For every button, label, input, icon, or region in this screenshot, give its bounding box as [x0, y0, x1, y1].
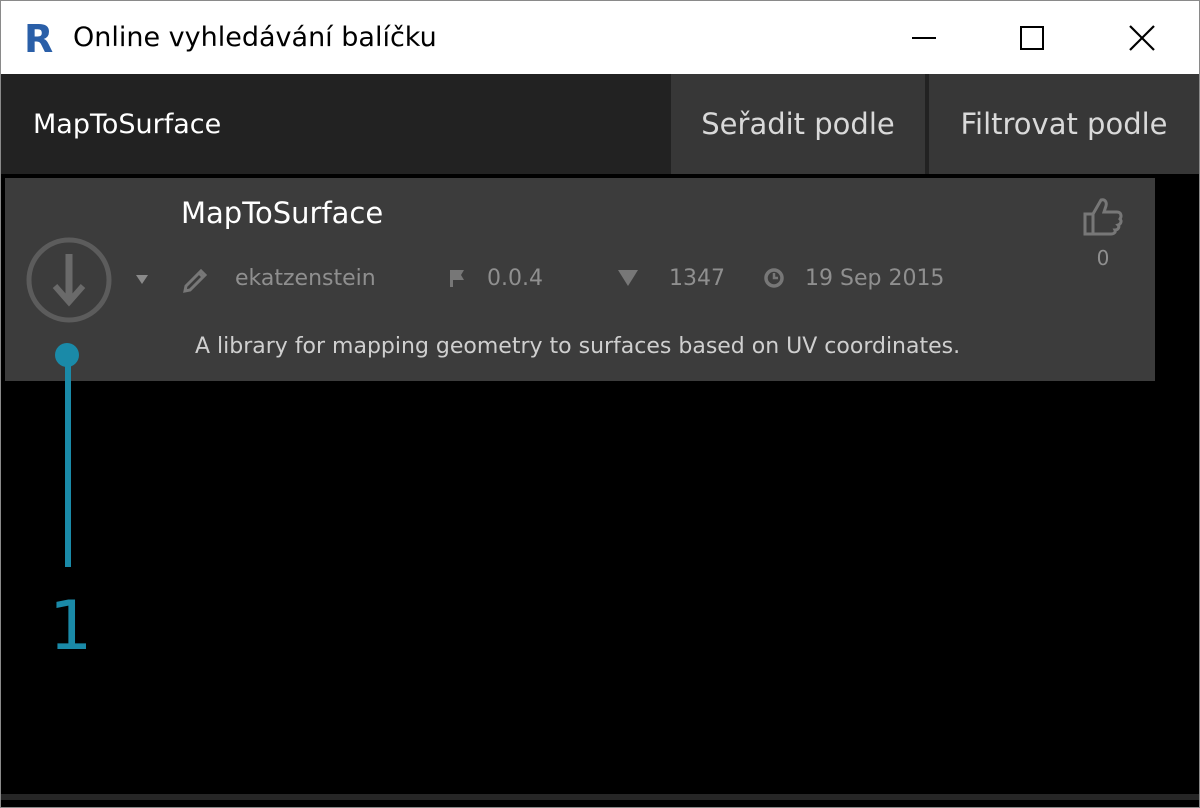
package-version: 0.0.4	[447, 263, 543, 293]
thumbs-up-icon[interactable]	[1081, 194, 1125, 238]
package-search-window: R Online vyhledávání balíčku Seřadit pod…	[0, 0, 1200, 808]
package-date: 19 Sep 2015	[763, 263, 944, 293]
callout-leader-line	[65, 361, 71, 567]
sort-by-button[interactable]: Seřadit podle	[671, 74, 925, 174]
minimize-button[interactable]	[869, 1, 979, 74]
revit-app-icon: R	[23, 19, 57, 57]
flag-icon	[450, 270, 464, 287]
download-count-icon	[618, 270, 638, 286]
author-name[interactable]: ekatzenstein	[235, 266, 376, 291]
title-bar: R Online vyhledávání balíčku	[1, 1, 1199, 74]
clock-icon	[764, 268, 784, 288]
minimize-icon	[912, 36, 936, 39]
maximize-button[interactable]	[977, 1, 1087, 74]
package-description: A library for mapping geometry to surfac…	[195, 334, 961, 359]
download-icon[interactable]	[25, 236, 113, 324]
search-toolbar: Seřadit podle Filtrovat podle	[1, 74, 1199, 174]
package-downloads: 1347	[617, 263, 725, 293]
version-value: 0.0.4	[487, 265, 543, 291]
package-list-item[interactable]: MapToSurface ekatzenstein 0.0.4 1347 19 …	[5, 178, 1155, 381]
filter-by-button[interactable]: Filtrovat podle	[929, 74, 1199, 174]
like-count: 0	[1096, 246, 1110, 270]
search-input[interactable]	[31, 102, 655, 148]
maximize-icon	[1020, 25, 1044, 50]
package-author: ekatzenstein	[181, 263, 376, 293]
chevron-down-icon[interactable]	[133, 270, 151, 288]
close-icon	[1129, 24, 1155, 51]
svg-text:R: R	[24, 19, 53, 57]
bottom-border	[1, 794, 1199, 800]
package-name: MapToSurface	[181, 196, 384, 230]
window-title: Online vyhledávání balíčku	[73, 22, 437, 53]
pencil-icon	[183, 268, 208, 293]
date-value: 19 Sep 2015	[805, 265, 945, 291]
downloads-value: 1347	[669, 265, 725, 291]
callout-number: 1	[49, 587, 93, 666]
close-button[interactable]	[1087, 1, 1197, 74]
